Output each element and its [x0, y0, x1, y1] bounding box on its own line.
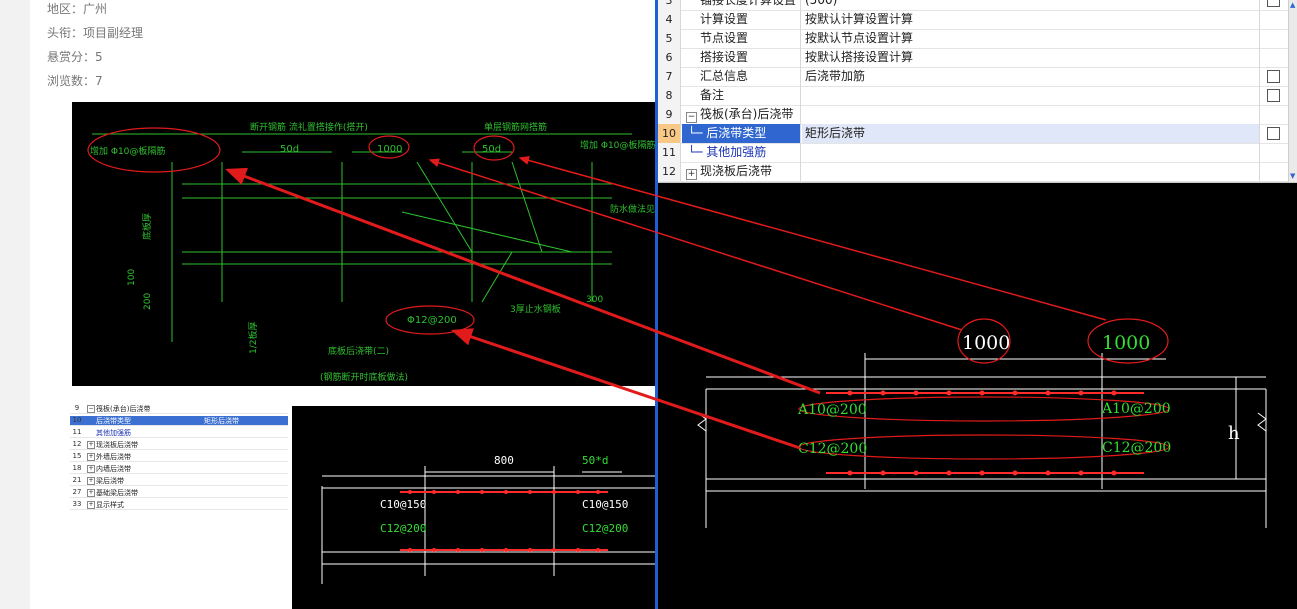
arrow-to-phi12 — [451, 328, 801, 450]
annotation-arrows — [225, 156, 1107, 450]
arrow-to-zengjia — [225, 167, 821, 395]
arrow-to-1000 — [428, 158, 963, 331]
arrow-to-50d — [518, 156, 1107, 321]
